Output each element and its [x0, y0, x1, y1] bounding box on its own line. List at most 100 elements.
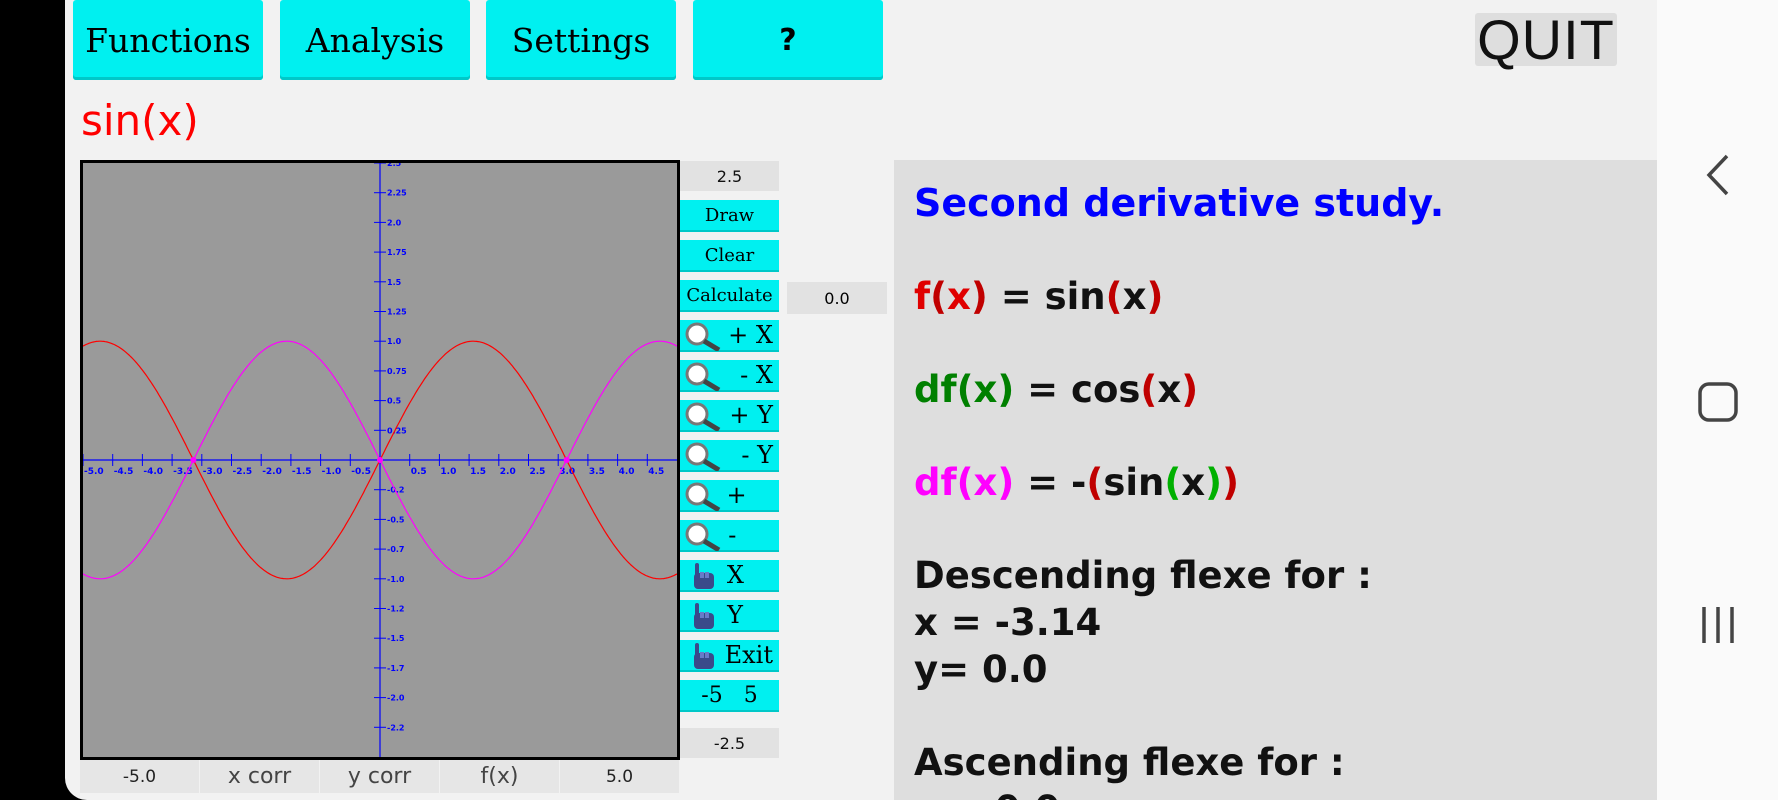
y-tick-label: 2.0	[387, 218, 402, 227]
zoom-out-button[interactable]: -	[680, 520, 779, 552]
pan-x-button[interactable]: X	[680, 560, 779, 592]
graph-canvas[interactable]: -5.0 -4.5 -4.0 -3.5 -3.0 -2.5 -2.0 -1.5 -1.0 -0.5…	[80, 160, 680, 760]
y-tick-label: -1.0	[387, 575, 405, 584]
df-expression: = cos(x)	[1014, 368, 1199, 411]
x-tick-label: 2.5	[530, 467, 546, 477]
x-tick-label: 4.5	[648, 467, 664, 477]
graph-svg: -5.0 -4.5 -4.0 -3.5 -3.0 -2.5 -2.0 -1.5 -1.0 -0.5…	[83, 163, 677, 757]
x-tick-label: 3.5	[589, 467, 605, 477]
y-tick-label: -1.5	[387, 634, 405, 643]
system-nav-bar	[1657, 0, 1778, 800]
f-expression: = sin(x)	[987, 275, 1164, 318]
y-corr-field[interactable]: y corr	[320, 760, 440, 793]
y-tick-label: -0.5	[387, 515, 405, 524]
y-tick-label: 0.5	[387, 397, 402, 406]
recents-icon[interactable]	[1657, 605, 1778, 645]
zoom-in-x-button[interactable]: + X	[680, 320, 779, 352]
hand-icon	[694, 643, 714, 669]
pan-y-label: Y	[727, 601, 743, 629]
x-tick-label: -3.5	[173, 467, 193, 477]
y-tick-label: 2.25	[387, 189, 407, 198]
y-tick-label: 1.5	[387, 278, 402, 287]
y-tick-label: -1.7	[387, 664, 405, 673]
pan-exit-label: Exit	[724, 641, 773, 669]
draw-button[interactable]: Draw	[680, 200, 779, 232]
x-tick-label: -4.5	[114, 467, 134, 477]
x-tick-label: -1.5	[292, 467, 312, 477]
zoom-in-y-label: + Y	[729, 401, 773, 429]
x-max-field[interactable]: 5.0	[560, 760, 680, 793]
magnifier-icon	[685, 442, 721, 471]
x-tick-label: -4.0	[143, 467, 163, 477]
x-tick-label: -3.0	[203, 467, 223, 477]
y-tick-label: 1.75	[387, 248, 407, 257]
hand-icon	[694, 603, 714, 629]
f-label: f(x)	[914, 275, 988, 318]
y-tick-label: 1.0	[387, 337, 402, 346]
x-tick-label: 1.0	[440, 467, 456, 477]
range-reset-button[interactable]: -5 5	[680, 680, 779, 712]
y-tick-label: 0.75	[387, 367, 407, 376]
x-tick-label: -2.5	[233, 467, 253, 477]
inflection-point	[377, 457, 383, 463]
x-tick-label: 4.0	[619, 467, 635, 477]
function-title: sin(x)	[81, 96, 199, 145]
y-max-field[interactable]: 2.5	[680, 161, 779, 191]
home-icon[interactable]	[1657, 380, 1778, 424]
pan-y-button[interactable]: Y	[680, 600, 779, 632]
fx-field[interactable]: f(x)	[440, 760, 560, 793]
zoom-in-button[interactable]: +	[680, 480, 779, 512]
settings-menu-button[interactable]: Settings	[486, 0, 676, 80]
y-tick-label: 1.25	[387, 308, 407, 317]
d2f-expression: = -(sin(x))	[1014, 461, 1240, 504]
x-corr-field[interactable]: x corr	[200, 760, 320, 793]
x-tick-label: 2.0	[500, 467, 516, 477]
y-tick-label: 2.5	[387, 163, 402, 168]
zoom-out-label: -	[728, 521, 737, 549]
df-equation: df(x) = cos(x)	[914, 366, 1637, 413]
hand-icon	[694, 563, 714, 589]
calculate-result-field[interactable]: 0.0	[787, 282, 887, 314]
zoom-in-y-button[interactable]: + Y	[680, 400, 779, 432]
clear-button[interactable]: Clear	[680, 240, 779, 272]
magnifier-icon	[685, 522, 721, 551]
y-tick-label: 0.25	[387, 426, 407, 435]
magnifier-icon	[685, 322, 721, 351]
x-tick-label: 0.5	[411, 467, 427, 477]
functions-menu-button[interactable]: Functions	[73, 0, 263, 80]
bottom-field-bar: -5.0 x corr y corr f(x) 5.0	[80, 760, 680, 793]
f-equation: f(x) = sin(x)	[914, 273, 1637, 320]
zoom-out-y-label: - Y	[741, 441, 773, 469]
y-tick-label: -0.7	[387, 545, 405, 554]
analysis-menu-button[interactable]: Analysis	[280, 0, 470, 80]
magnifier-icon	[685, 362, 721, 391]
x-tick-label: 1.5	[470, 467, 486, 477]
y-tick-label: -2.0	[387, 694, 405, 703]
quit-button[interactable]: QUIT	[1475, 8, 1617, 71]
x-tick-label: -5.0	[84, 467, 104, 477]
zoom-out-x-button[interactable]: - X	[680, 360, 779, 392]
x-tick-label: -1.0	[322, 467, 342, 477]
app-screen: Functions Analysis Settings ? QUIT sin(x…	[65, 0, 1657, 800]
ascending-flexe-heading: Ascending flexe for :	[914, 741, 1345, 784]
pan-exit-button[interactable]: Exit	[680, 640, 779, 672]
ascending-x: x = 0.0	[914, 786, 1637, 800]
help-button[interactable]: ?	[693, 0, 883, 80]
descending-flexe-heading: Descending flexe for :	[914, 554, 1372, 597]
back-icon[interactable]	[1657, 152, 1778, 198]
d2f-label: df(x)	[914, 461, 1015, 504]
inflection-point	[190, 457, 197, 463]
y-min-field[interactable]: -2.5	[680, 728, 779, 758]
x-min-field[interactable]: -5.0	[80, 760, 200, 793]
x-tick-label: -2.0	[262, 467, 282, 477]
results-panel: Second derivative study. f(x) = sin(x) d…	[894, 160, 1657, 800]
pan-x-label: X	[726, 561, 745, 589]
y-tick-label: -2.2	[387, 723, 405, 732]
zoom-in-label: +	[726, 481, 747, 509]
zoom-out-y-button[interactable]: - Y	[680, 440, 779, 472]
descending-y: y= 0.0	[914, 648, 1048, 691]
calculate-button[interactable]: Calculate	[680, 280, 779, 312]
d2f-equation: df(x) = -(sin(x))	[914, 459, 1637, 506]
inflection-point	[563, 457, 570, 463]
zoom-out-x-label: - X	[740, 361, 773, 389]
